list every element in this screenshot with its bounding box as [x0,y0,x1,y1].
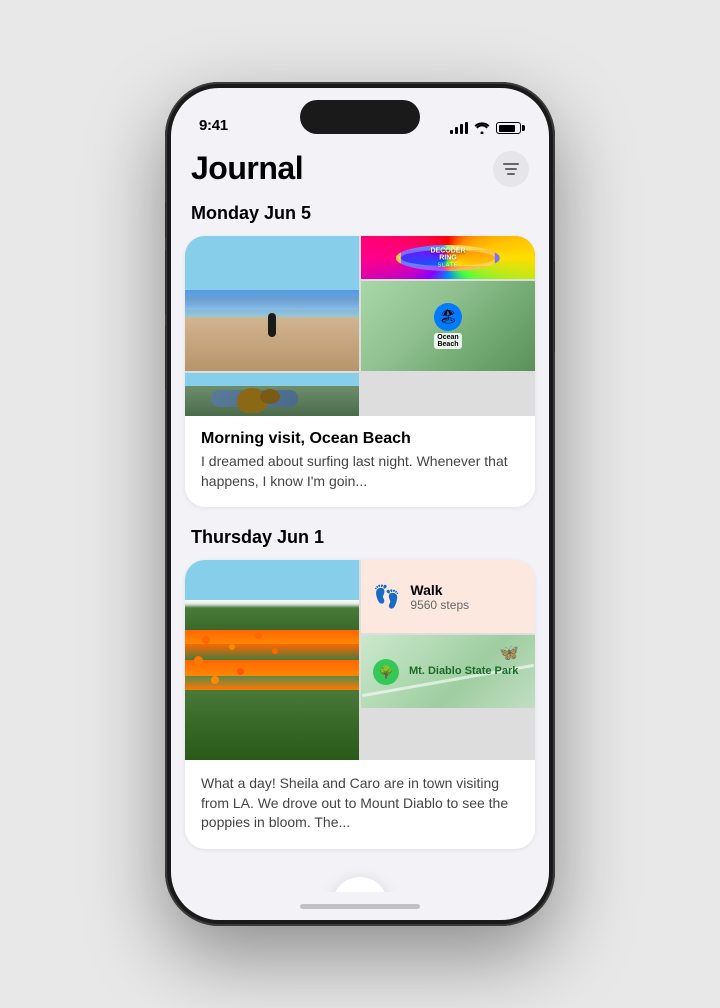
dynamic-island [300,100,420,134]
map-location-label: OceanBeach [434,333,461,349]
map-pin-icon: 🏖 [434,303,462,331]
entry1-title: Morning visit, Ocean Beach [201,430,519,448]
entry2-preview: What a day! Sheila and Caro are in town … [201,774,519,833]
entry1-map-photo: 🏖 OceanBeach [361,281,535,370]
entry1-beach-photo [185,236,359,371]
scroll-content[interactable]: Journal Monday Jun 5 [171,142,549,892]
entry2-poppy-photo [185,560,359,760]
filter-icon [507,173,515,175]
phone-frame: 9:41 [165,82,555,926]
entry1-date: Monday Jun 5 [171,203,549,236]
signal-icon [450,122,468,134]
status-icons [450,122,521,134]
entry-card-1[interactable]: DECODERRING SLATE 🏖 OceanBeach [185,236,535,507]
entry1-preview: I dreamed about surfing last night. When… [201,452,519,491]
status-time: 9:41 [199,117,228,134]
diablo-location-label: Mt. Diablo State Park [409,665,518,678]
footprint-icon: 👣 [373,584,400,610]
battery-icon [496,122,521,134]
power-button[interactable] [554,262,555,352]
walk-title: Walk [410,582,523,598]
volume-down-button[interactable] [165,326,166,390]
home-indicator [171,892,549,920]
silent-switch [165,202,166,238]
entry2-map-card: 🌳 Mt. Diablo State Park 🦋 [361,635,535,708]
entry-card-2[interactable]: 👣 Walk 9560 steps 🌳 Mt. Diablo State P [185,560,535,849]
entry2-walk-card: 👣 Walk 9560 steps [361,560,535,633]
entry2-photo-grid: 👣 Walk 9560 steps 🌳 Mt. Diablo State P [185,560,535,760]
phone-screen: 9:41 [171,88,549,920]
entry2-activity-col: 👣 Walk 9560 steps 🌳 Mt. Diablo State P [361,560,535,708]
filter-icon [505,168,517,170]
entry1-text[interactable]: Morning visit, Ocean Beach I dreamed abo… [185,416,535,507]
page-title: Journal [191,150,303,187]
filter-icon [503,163,519,165]
entry1-dog-photo [185,373,359,416]
new-entry-button[interactable]: + [332,877,388,892]
podcast-source: SLATE [430,262,465,268]
filter-button[interactable] [493,151,529,187]
walk-steps: 9560 steps [410,598,523,612]
entry2-date: Thursday Jun 1 [171,527,549,560]
butterfly-icon: 🦋 [499,643,519,663]
app-header: Journal [171,142,549,203]
entry1-podcast-photo: DECODERRING SLATE [361,236,535,279]
fab-container: + [171,869,549,892]
podcast-title: DECODERRING [430,247,465,262]
volume-up-button[interactable] [165,250,166,314]
diablo-pin-icon: 🌳 [373,659,399,685]
wifi-icon [474,122,490,134]
entry2-text[interactable]: What a day! Sheila and Caro are in town … [185,760,535,849]
entry1-photo-grid: DECODERRING SLATE 🏖 OceanBeach [185,236,535,416]
